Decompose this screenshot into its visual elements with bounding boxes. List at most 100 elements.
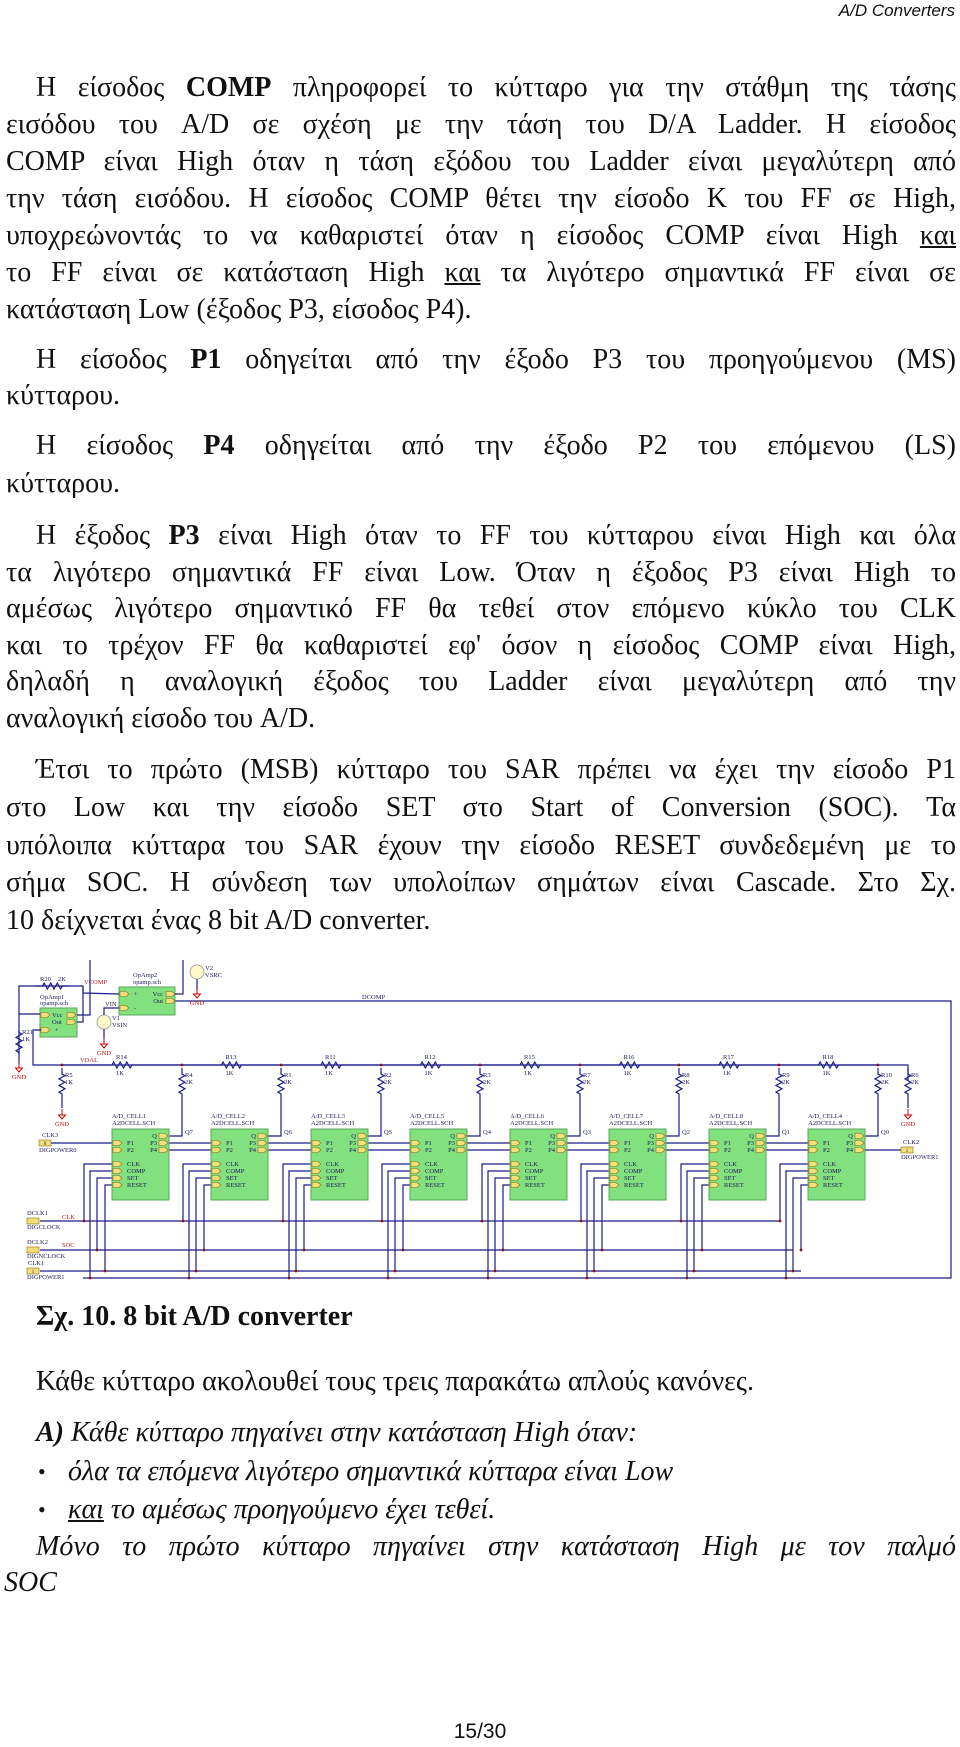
resistor-icon [780,1060,877,1070]
pin-label: COMP [127,1168,146,1175]
pin-label: P4 [647,1147,655,1154]
text-run: υποχρεώνοντάς το να καθαριστεί όταν η εί… [6,220,920,251]
junction-dot [287,1276,291,1280]
text-line: κατάσταση Low (έξοδος P3, είσοδος P4). [6,291,956,329]
schematic-label: DIGPOWER1 [901,1154,939,1161]
wire [666,1100,680,1137]
underlined-term: και [444,257,481,288]
ground-label: GND [97,1050,111,1057]
pin-label: P1 [724,1140,731,1147]
pin-label: Q [251,1133,256,1140]
junction-dot [478,1063,482,1067]
schematic-label: 1K [22,1036,30,1043]
text-line: Η έξοδος P3 είναι High όταν το FF του κύ… [36,517,956,555]
voltage-source-icon [189,964,205,980]
junction-dot [677,1063,681,1067]
junction-dot [187,1276,191,1280]
schematic-label: Out [52,1019,62,1026]
cell-file: A2DCELL.SCH [808,1120,851,1127]
wire [175,960,184,995]
wire [188,1170,211,1278]
schematic-label: R9 [782,1072,790,1079]
text-run: υπόλοιπα κύτταρα του SAR έχουν την είσοδ… [6,829,956,861]
wire [779,1163,808,1221]
bold-term: P3 [168,520,200,551]
text-line: την τάση εισόδου. Η είσοδος COMP θέτει τ… [6,180,956,218]
cell-name: A/D_CELL5 [410,1113,444,1120]
schematic-label: R4 [185,1072,193,1079]
text-line: A) Κάθε κύτταρο πηγαίνει στην κατάσταση … [36,1414,956,1452]
schematic-label: R12 [425,1054,436,1061]
text-line: στο Low και την είσοδο SET στο Start of … [6,789,956,827]
schematic-label: R11 [325,1054,336,1061]
pin-label: RESET [326,1182,346,1189]
q-output-label: Q7 [185,1129,194,1136]
schematic-label: 2K [911,1079,919,1086]
pin-label: CLK [724,1161,737,1168]
schematic-label: R14 [116,1054,128,1061]
schematic-label: R20 [40,976,51,983]
wire [89,1170,112,1278]
wire [467,1100,481,1137]
text-line: υπόλοιπα κύτταρα του SAR έχουν την είσοδ… [6,827,956,865]
net-label-dcomp: DCOMP [362,994,386,1001]
net-label-clk: CLK [62,1214,75,1221]
pin-label: CLK [127,1161,140,1168]
text-line: αμέσως λιγότερο σημαντικό FF θα τεθεί στ… [6,590,956,628]
text-run: αναλογική είσοδο του A/D. [6,703,316,734]
underlined-term: και [919,220,956,251]
junction-dot [679,1219,683,1223]
text-line: 10 δείχνεται ένας 8 bit A/D converter. [6,902,956,940]
text-run: Η είσοδος [36,344,191,375]
schematic-label: 1K [823,1070,831,1077]
wire [481,1163,510,1221]
text-run: Η είσοδος [36,430,204,461]
pin-label: COMP [525,1168,544,1175]
text-line: Σχ. 10. 8 bit A/D converter [36,1298,956,1336]
junction-dot [685,1276,689,1280]
net-label-vdal: VDAL [80,1057,98,1064]
pin-label: SET [823,1175,835,1182]
text-run: Έτσι το πρώτο (MSB) κύτταρο του SAR πρέπ… [36,754,956,785]
schematic-label: R5 [65,1072,73,1079]
schematic-label: V2 [205,965,213,972]
pin-label: COMP [326,1168,345,1175]
pin-label: P3 [349,1140,356,1147]
schematic-label: 1K [624,1070,632,1077]
resistor-icon [282,1060,380,1070]
text-run: Η είσοδος [36,72,186,103]
schematic-label: R13 [226,1054,237,1061]
pin-label: P4 [249,1147,257,1154]
schematic-label: CLK2 [903,1139,919,1146]
junction-dot [281,1219,285,1223]
schematic-label: 2K [583,1079,591,1086]
schematic-label: DCLK1 [27,1210,48,1217]
schematic-label: VSIN [112,1022,127,1029]
pin-label: P1 [127,1140,134,1147]
bold-term: A) [36,1417,64,1448]
pin-label: P2 [226,1147,233,1154]
pin-label: COMP [624,1168,643,1175]
underlined-term: και [68,1494,104,1525]
vdal-net [32,1029,909,1080]
schematic-label: opamp.sch [133,979,162,986]
pin-label: RESET [823,1182,843,1189]
pin-label: P3 [548,1140,555,1147]
pin-label: P1 [525,1140,532,1147]
ground-label: GND [55,1121,69,1128]
wire [680,1163,709,1221]
schematic-label: DIGPOWER0 [39,1147,77,1154]
cell-file: A2DCELL.SCH [609,1120,652,1127]
text-line: κύτταρου. [6,465,956,503]
junction-dot [380,1219,384,1223]
schematic-label: CLK3 [42,1132,58,1139]
q-output-label: Q5 [384,1129,392,1136]
text-run: Μόνο το πρώτο κύτταρο πηγαίνει στην κατά… [36,1531,956,1562]
junction-dot [393,1269,397,1273]
pin-label: CLK [425,1161,438,1168]
wire [601,1184,609,1250]
junction-dot [294,1269,298,1273]
resistor-icon [680,1060,778,1070]
wire [282,1163,311,1221]
junction-dot [401,1248,405,1252]
